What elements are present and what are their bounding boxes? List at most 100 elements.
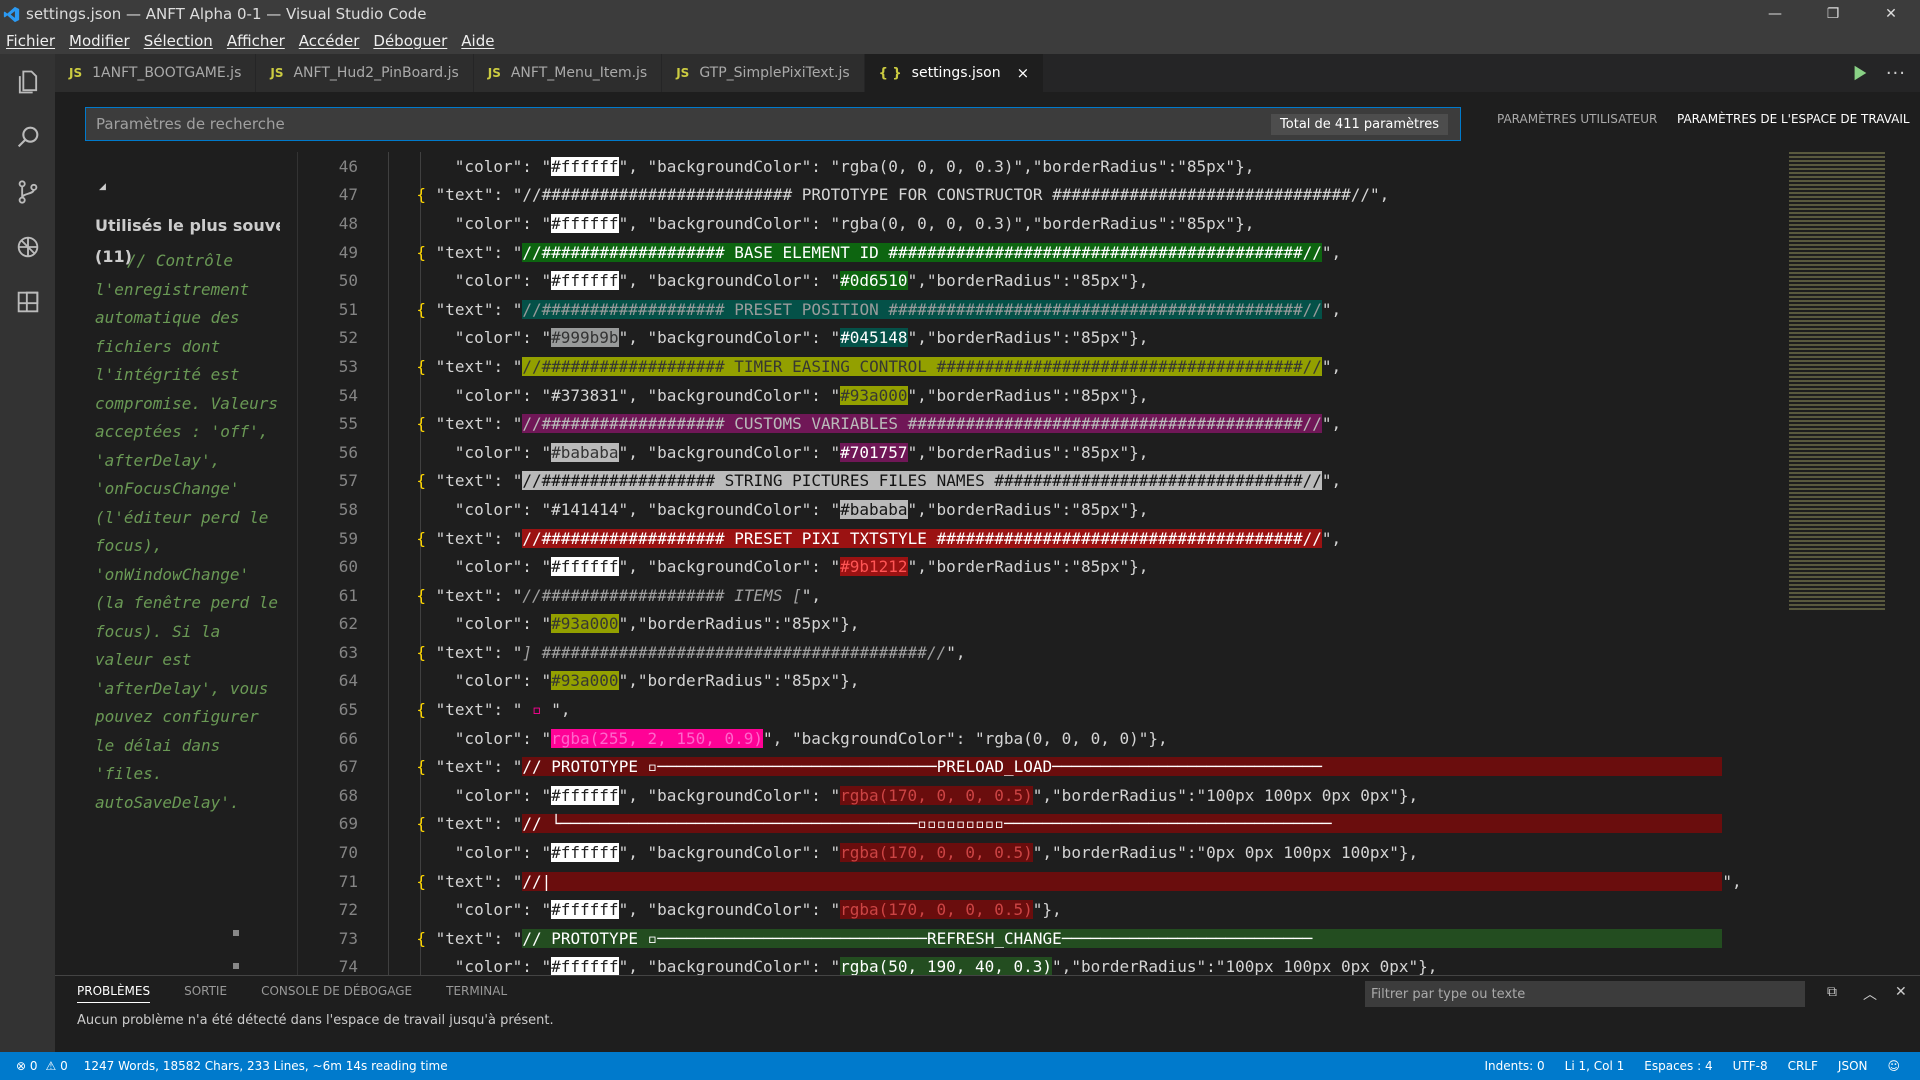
minimize-button[interactable]: — (1746, 0, 1804, 28)
tab-gtp-simplepixitext[interactable]: JS GTP_SimplePixiText.js (662, 54, 865, 92)
js-file-icon: JS (676, 66, 690, 80)
line-code: { "text": " ▫ ", (416, 700, 570, 719)
code-line: 56 "color": "#bababa", "backgroundColor":… (298, 438, 1785, 467)
editor-scrollbar[interactable] (1905, 152, 1920, 975)
most-used-title: Utilisés le plus souvent (95, 216, 280, 235)
code-token: #ffffff (551, 213, 619, 233)
menu-aide[interactable]: Aide (461, 32, 494, 50)
code-token: #ffffff (551, 557, 619, 577)
code-token: ", (1321, 242, 1342, 262)
code-token: ", (946, 642, 966, 662)
setting-description: // Contrôle l'enregistrement automatique… (95, 251, 279, 812)
minimap[interactable] (1785, 152, 1905, 975)
code-token: #701757 (840, 442, 908, 462)
code-token: #0d6510 (840, 271, 908, 291)
code-token: ", (541, 700, 571, 720)
encoding-status[interactable]: UTF-8 (1733, 1059, 1768, 1073)
code-token: { (416, 414, 436, 434)
spaces-status[interactable]: Espaces : 4 (1644, 1059, 1712, 1073)
code-token: "text": " (435, 299, 523, 319)
code-lines: 46 "color": "#ffffff", "backgroundColor":… (298, 152, 1785, 975)
user-settings-tab[interactable]: PARAMÈTRES UTILISATEUR (1497, 112, 1657, 126)
code-token: rgba(50, 190, 40, 0.3) (840, 957, 1053, 975)
code-token: ","borderRadius":"85px"}, (907, 328, 1149, 348)
errors-count[interactable]: ⊗ 0 (16, 1059, 38, 1073)
code-token: "text": " (435, 585, 523, 605)
language-mode[interactable]: JSON (1838, 1059, 1868, 1073)
collapse-icon[interactable]: ◢ (99, 182, 106, 192)
tab-terminal[interactable]: TERMINAL (446, 984, 507, 1003)
eol-status[interactable]: CRLF (1788, 1059, 1818, 1073)
close-tab-icon[interactable]: × (1017, 64, 1030, 82)
warnings-count[interactable]: ⚠ 0 (46, 1059, 68, 1073)
line-code: "color": "#141414", "backgroundColor": "… (454, 499, 1148, 519)
code-line: 53 { "text": "//################### TIMER… (298, 352, 1785, 381)
line-code: "color": "#ffffff", "backgroundColor": "… (455, 156, 1254, 176)
feedback-icon[interactable]: ☺ (1887, 1059, 1900, 1073)
workspace-settings-tab[interactable]: PARAMÈTRES DE L'ESPACE DE TRAVAIL (1677, 112, 1910, 126)
line-number: 49 (338, 242, 358, 262)
more-actions-icon[interactable]: ··· (1886, 63, 1906, 84)
code-token: { (416, 242, 436, 262)
indents-status[interactable]: Indents: 0 (1484, 1059, 1544, 1073)
code-token: ", "backgroundColor": " (618, 442, 841, 462)
line-code: "color": "#ffffff", "backgroundColor": "… (454, 843, 1418, 863)
settings-search-input[interactable] (86, 108, 1272, 140)
code-token: #ffffff (551, 271, 619, 291)
code-token: #93a000 (551, 614, 619, 634)
line-code: "color": "#999b9b", "backgroundColor": "… (455, 328, 1149, 348)
maximize-panel-icon[interactable]: ︿ (1863, 984, 1877, 1004)
maximize-button[interactable]: ❐ (1804, 0, 1862, 28)
code-token: ▫ (531, 700, 542, 720)
close-panel-icon[interactable]: ✕ (1895, 984, 1907, 1000)
search-icon[interactable] (0, 109, 55, 164)
tab-settings-json[interactable]: { } settings.json × (864, 54, 1045, 92)
line-code: { "text": "//################### TIMER E… (416, 356, 1341, 376)
tab-anft-hud2-pinboard[interactable]: JS ANFT_Hud2_PinBoard.js (256, 54, 474, 92)
line-number: 51 (338, 299, 358, 319)
menu-modifier[interactable]: Modifier (69, 32, 130, 50)
line-code: "color": "#ffffff", "backgroundColor": "… (455, 785, 1418, 805)
title-bar: settings.json — ANFT Alpha 0-1 — Visual … (0, 0, 1920, 28)
source-control-icon[interactable] (0, 164, 55, 219)
code-token: "color": " (454, 557, 552, 577)
code-token: { (416, 471, 436, 491)
code-editor[interactable]: 46 "color": "#ffffff", "backgroundColor":… (297, 152, 1785, 975)
code-line: 46 "color": "#ffffff", "backgroundColor":… (298, 152, 1785, 181)
tab-output[interactable]: SORTIE (184, 984, 227, 1003)
copy-icon[interactable]: ⧉ (1827, 984, 1837, 1000)
code-token: ", (801, 585, 821, 605)
code-line: 72 "color": "#ffffff", "backgroundColor":… (298, 895, 1785, 924)
code-token: "text": " (435, 700, 532, 720)
menu-afficher[interactable]: Afficher (227, 32, 285, 50)
menu-acceder[interactable]: Accéder (299, 32, 360, 50)
code-token: #ffffff (551, 843, 619, 863)
code-token: "color": " (454, 442, 552, 462)
code-line: 74 "color": "#ffffff", "backgroundColor":… (298, 953, 1785, 975)
menu-deboguer[interactable]: Déboguer (373, 32, 447, 50)
files-icon[interactable] (0, 54, 55, 109)
run-icon[interactable] (1848, 61, 1872, 85)
tab-problems[interactable]: PROBLÈMES (77, 984, 151, 1003)
tab-1anft-bootgame[interactable]: JS 1ANFT_BOOTGAME.js (55, 54, 257, 92)
line-code: { "text": "//################### PRESET … (416, 528, 1341, 548)
line-code: { "text": "//################## STRING P… (416, 471, 1341, 491)
code-token: "color": " (454, 957, 552, 975)
problems-filter-input[interactable] (1365, 981, 1805, 1007)
code-token: "color": " (454, 843, 552, 863)
tab-debug-console[interactable]: CONSOLE DE DÉBOGAGE (261, 984, 412, 1003)
line-number: 61 (338, 585, 358, 605)
debug-icon[interactable] (0, 219, 55, 274)
extensions-icon[interactable] (0, 274, 55, 329)
line-number: 67 (338, 757, 358, 777)
close-window-button[interactable]: ✕ (1862, 0, 1920, 28)
cursor-position[interactable]: Li 1, Col 1 (1565, 1059, 1625, 1073)
document-stats: 1247 Words, 18582 Chars, 233 Lines, ~6m … (83, 1059, 448, 1073)
tab-anft-menu-item[interactable]: JS ANFT_Menu_Item.js (473, 54, 663, 92)
code-token: ", (1722, 871, 1742, 891)
menu-fichier[interactable]: Fichier (6, 32, 55, 50)
minimap-content (1789, 152, 1885, 612)
code-token: ","borderRadius":"85px"}, (618, 671, 860, 691)
code-token: "color": "#141414", "backgroundColor": " (454, 499, 841, 519)
menu-selection[interactable]: Sélection (144, 32, 213, 50)
